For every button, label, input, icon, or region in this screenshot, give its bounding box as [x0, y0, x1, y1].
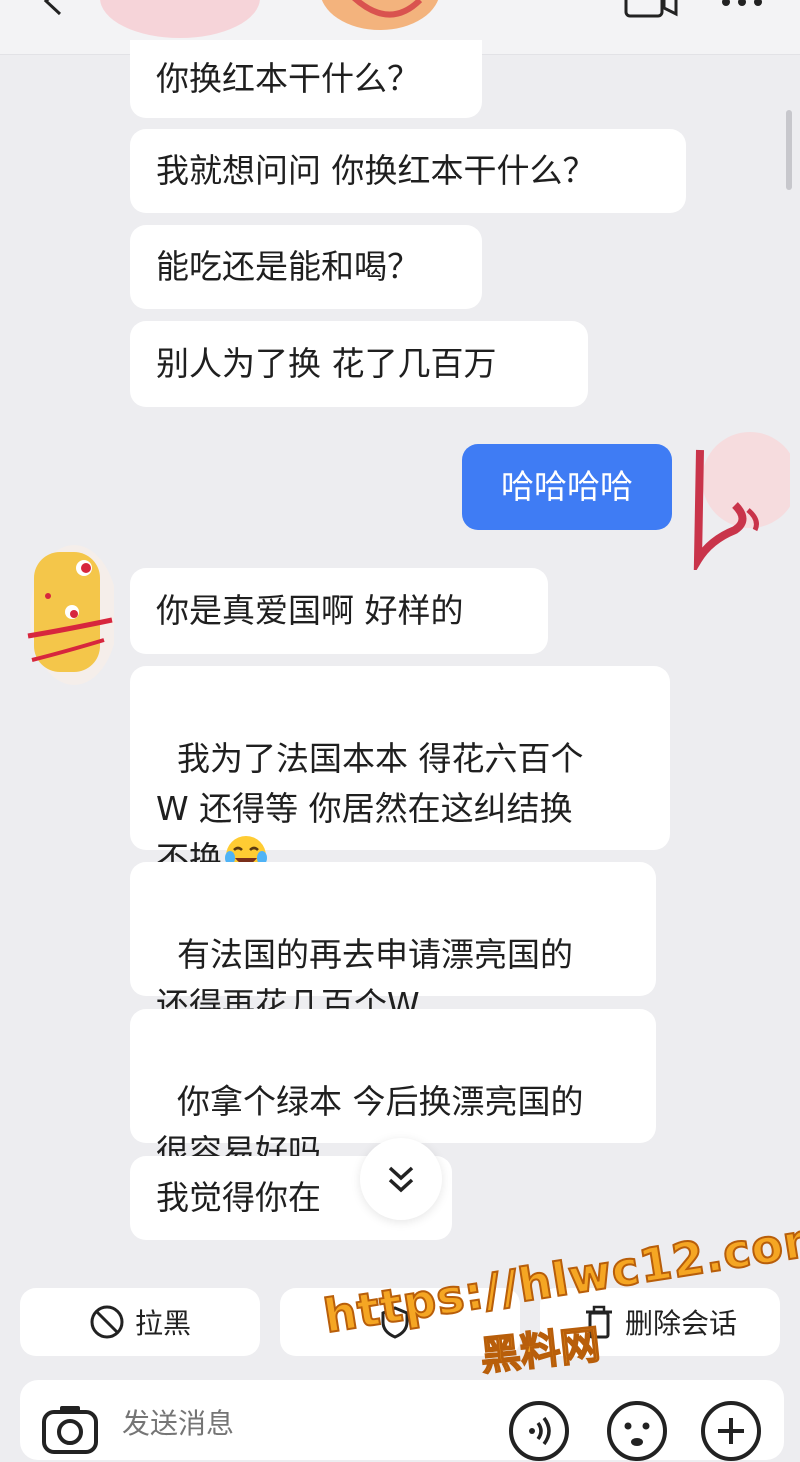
scroll-to-bottom-button[interactable]	[360, 1138, 442, 1220]
block-label: 拉黑	[134, 1307, 191, 1340]
message-input-bar	[20, 1380, 784, 1462]
emoji-icon[interactable]	[606, 1400, 668, 1462]
message-text: 你换红本干什么？	[156, 59, 420, 98]
plus-icon[interactable]	[700, 1400, 762, 1462]
message-bubble-received[interactable]: 别人为了换 花了几百万	[130, 321, 588, 407]
message-text: 能吃还是能和喝？	[156, 247, 420, 286]
message-bubble-received[interactable]: 有法国的再去申请漂亮国的 还得再花几百个W	[130, 862, 656, 1024]
message-text: 你是真爱国啊 好样的	[156, 591, 464, 630]
message-text: 我为了法国本本 得花六百个 W 还得等 你居然在这纠结换 不换	[156, 739, 584, 878]
block-button[interactable]: 拉黑	[20, 1288, 260, 1356]
message-bubble-received[interactable]: 你是真爱国啊 好样的	[130, 568, 548, 654]
message-bubble-received[interactable]: 能吃还是能和喝？	[130, 225, 482, 309]
camera-icon[interactable]	[40, 1400, 100, 1460]
watermark-site-name: 黑料网	[478, 1321, 604, 1381]
message-scrollbar[interactable]	[786, 110, 792, 190]
message-bubble-received[interactable]: 你换红本干什么？	[130, 40, 482, 118]
message-bubble-received[interactable]: 我为了法国本本 得花六百个 W 还得等 你居然在这纠结换 不换	[130, 666, 670, 878]
my-avatar[interactable]	[680, 420, 790, 570]
message-text: 哈哈哈哈	[501, 467, 633, 506]
contact-avatar[interactable]	[80, 0, 440, 40]
contact-avatar[interactable]	[24, 540, 114, 690]
message-bubble-received[interactable]: 你拿个绿本 今后换漂亮国的 很容易好吗	[130, 1009, 656, 1171]
message-text: 我觉得你在	[156, 1178, 321, 1217]
message-text: 别人为了换 花了几百万	[156, 344, 497, 383]
chevron-left-icon[interactable]	[38, 0, 68, 16]
more-dots-icon[interactable]	[718, 0, 768, 10]
message-bubble-received[interactable]: 我就想问问 你换红本干什么？	[130, 129, 686, 213]
video-call-icon[interactable]	[620, 0, 680, 20]
message-bubble-sent[interactable]: 哈哈哈哈	[462, 444, 672, 530]
block-icon	[90, 1305, 124, 1339]
message-text: 我就想问问 你换红本干什么？	[156, 151, 596, 190]
delete-conversation-label: 删除会话	[624, 1307, 737, 1340]
voice-icon[interactable]	[508, 1400, 570, 1462]
double-chevron-down-icon	[388, 1166, 414, 1193]
